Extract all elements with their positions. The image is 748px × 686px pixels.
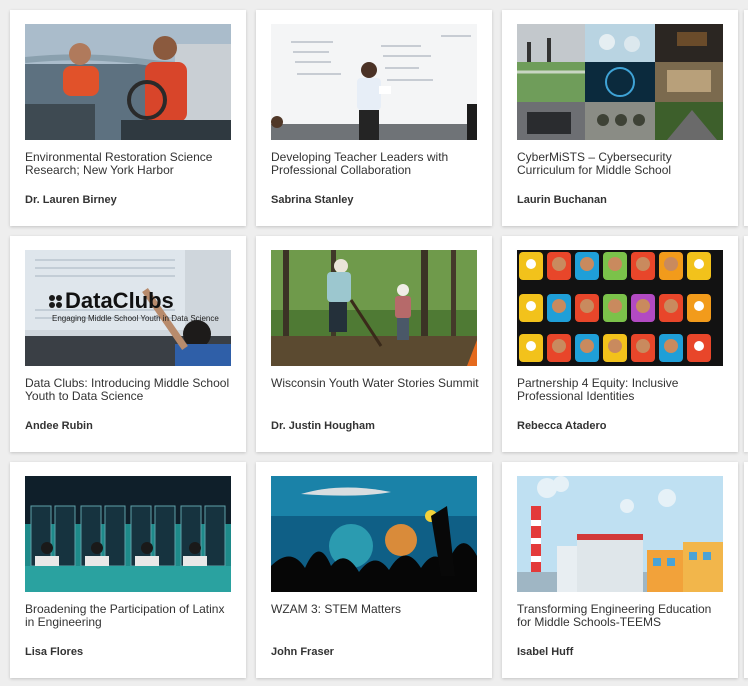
- project-author: Dr. Justin Hougham: [271, 420, 375, 432]
- project-card[interactable]: Partnership 4 Equity: Inclusive Professi…: [502, 236, 738, 452]
- next-column-edge: [744, 462, 748, 678]
- project-author: Sabrina Stanley: [271, 194, 354, 206]
- project-title[interactable]: Environmental Restoration Science Resear…: [25, 151, 235, 177]
- project-author: John Fraser: [271, 646, 334, 658]
- project-author: Andee Rubin: [25, 420, 93, 432]
- project-title[interactable]: Wisconsin Youth Water Stories Summit: [271, 377, 481, 390]
- project-title[interactable]: Broadening the Participation of Latinx i…: [25, 603, 235, 629]
- project-card[interactable]: Transforming Engineering Education for M…: [502, 462, 738, 678]
- dataclubs-logo: DataClubs: [65, 288, 174, 313]
- project-thumbnail[interactable]: [517, 250, 723, 366]
- project-card[interactable]: DataClubs Engaging Middle School Youth i…: [10, 236, 246, 452]
- project-title[interactable]: Transforming Engineering Education for M…: [517, 603, 727, 629]
- project-author: Dr. Lauren Birney: [25, 194, 117, 206]
- project-author: Lisa Flores: [25, 646, 84, 658]
- project-card-grid: Environmental Restoration Science Resear…: [0, 0, 748, 686]
- dataclubs-logo-subtitle: Engaging Middle School Youth in Data Sci…: [52, 314, 219, 323]
- project-title[interactable]: Data Clubs: Introducing Middle School Yo…: [25, 377, 235, 403]
- project-card[interactable]: Wisconsin Youth Water Stories Summit Dr.…: [256, 236, 492, 452]
- project-card[interactable]: Environmental Restoration Science Resear…: [10, 10, 246, 226]
- project-card[interactable]: Developing Teacher Leaders with Professi…: [256, 10, 492, 226]
- project-thumbnail[interactable]: [271, 250, 477, 366]
- project-card[interactable]: CyberMiSTS – Cybersecurity Curriculum fo…: [502, 10, 738, 226]
- project-thumbnail[interactable]: [25, 476, 231, 592]
- project-author: Rebecca Atadero: [517, 420, 607, 432]
- project-thumbnail[interactable]: [271, 24, 477, 140]
- project-author: Isabel Huff: [517, 646, 574, 658]
- project-thumbnail[interactable]: DataClubs Engaging Middle School Youth i…: [25, 250, 231, 366]
- project-thumbnail[interactable]: [271, 476, 477, 592]
- project-title[interactable]: Partnership 4 Equity: Inclusive Professi…: [517, 377, 727, 403]
- project-author: Laurin Buchanan: [517, 194, 607, 206]
- next-column-edge: [744, 236, 748, 452]
- project-thumbnail[interactable]: [517, 24, 723, 140]
- project-title[interactable]: WZAM 3: STEM Matters: [271, 603, 481, 616]
- project-title[interactable]: Developing Teacher Leaders with Professi…: [271, 151, 481, 177]
- project-thumbnail[interactable]: [25, 24, 231, 140]
- project-card[interactable]: WZAM 3: STEM Matters John Fraser: [256, 462, 492, 678]
- project-thumbnail[interactable]: [517, 476, 723, 592]
- project-title[interactable]: CyberMiSTS – Cybersecurity Curriculum fo…: [517, 151, 727, 177]
- next-column-edge: [744, 10, 748, 226]
- project-card[interactable]: Broadening the Participation of Latinx i…: [10, 462, 246, 678]
